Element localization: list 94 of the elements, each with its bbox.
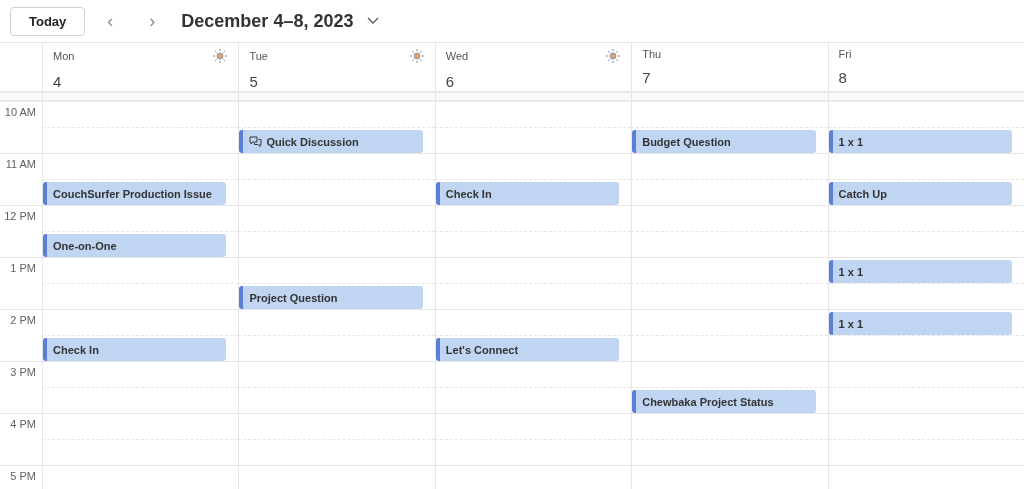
time-slot[interactable] <box>238 388 435 414</box>
time-slot[interactable] <box>827 206 1024 232</box>
day-number: 5 <box>249 73 259 90</box>
time-slot[interactable] <box>827 154 1024 180</box>
calendar-event[interactable]: Chewbaka Project Status <box>632 390 816 413</box>
time-label: 2 PM <box>10 314 36 326</box>
today-button[interactable]: Today <box>10 6 86 36</box>
day-name: Fri <box>838 48 852 60</box>
time-slot[interactable] <box>238 180 435 206</box>
calendar-event[interactable]: Quick Discussion <box>239 130 423 153</box>
calendar-event[interactable]: Catch Up <box>828 182 1012 205</box>
time-slot[interactable] <box>238 154 435 180</box>
day-number: 6 <box>445 73 456 90</box>
calendar-event[interactable]: 1 x 1 <box>828 130 1012 153</box>
chevron-down-icon[interactable] <box>367 17 380 25</box>
time-slot[interactable] <box>42 128 239 154</box>
time-slot[interactable] <box>434 232 632 258</box>
time-slot[interactable] <box>434 128 632 154</box>
next-button[interactable]: › <box>135 10 170 32</box>
previous-button[interactable]: ‹ <box>93 10 128 32</box>
time-label: 3 PM <box>10 366 36 378</box>
time-slot[interactable] <box>631 284 828 310</box>
time-slot[interactable] <box>434 284 632 310</box>
time-slot[interactable] <box>42 154 239 180</box>
time-slot[interactable] <box>42 206 239 232</box>
time-label: 5 PM <box>10 470 36 482</box>
calendar-event[interactable]: 1 x 1 <box>828 260 1012 283</box>
time-slot[interactable] <box>434 206 632 232</box>
day-number: 4 <box>53 73 63 90</box>
calendar-event[interactable]: Budget Question <box>632 130 816 153</box>
time-slot[interactable] <box>238 440 435 466</box>
time-slot[interactable] <box>42 414 239 440</box>
time-slot[interactable] <box>631 362 828 388</box>
time-slot[interactable] <box>827 362 1024 388</box>
time-label: 1 PM <box>10 262 36 274</box>
time-slot[interactable] <box>434 362 632 388</box>
time-slot[interactable] <box>434 102 632 128</box>
day-name: Tue <box>249 50 268 62</box>
time-slot[interactable] <box>827 102 1024 128</box>
time-slot[interactable] <box>238 102 435 128</box>
day-name: Mon <box>53 50 75 62</box>
time-label: 11 AM <box>5 158 36 170</box>
time-slot[interactable] <box>827 414 1024 440</box>
calendar-event[interactable]: One-on-One <box>43 234 227 257</box>
calendar-event[interactable]: Check In <box>435 182 620 205</box>
time-slot[interactable] <box>238 310 435 336</box>
time-slot[interactable] <box>42 258 239 284</box>
time-slot[interactable] <box>827 232 1024 258</box>
day-number: 7 <box>642 69 652 86</box>
time-slot[interactable] <box>631 336 828 362</box>
time-slot[interactable] <box>631 414 828 440</box>
time-slot[interactable] <box>238 414 435 440</box>
calendar-event[interactable]: Check In <box>43 338 227 361</box>
time-slot[interactable] <box>827 388 1024 414</box>
time-slot[interactable] <box>42 388 239 414</box>
day-name: Thu <box>642 48 662 60</box>
time-label: 12 PM <box>4 210 36 222</box>
calendar-event[interactable]: Project Question <box>239 286 423 309</box>
time-slot[interactable] <box>631 258 828 284</box>
time-slot[interactable] <box>42 310 239 336</box>
time-slot[interactable] <box>238 336 435 362</box>
time-slot[interactable] <box>238 362 435 388</box>
time-slot[interactable] <box>42 284 239 310</box>
time-label: 10 AM <box>4 106 36 118</box>
calendar-event[interactable]: 1 x 1 <box>828 312 1012 335</box>
time-slot[interactable] <box>42 362 239 388</box>
time-slot[interactable] <box>434 310 632 336</box>
time-slot[interactable] <box>434 440 632 466</box>
time-slot[interactable] <box>631 154 828 180</box>
day-number: 8 <box>838 69 848 86</box>
time-slot[interactable] <box>631 206 828 232</box>
time-slot[interactable] <box>434 258 632 284</box>
time-slot[interactable] <box>434 154 632 180</box>
time-slot[interactable] <box>238 206 435 232</box>
chat-icon <box>249 136 263 147</box>
calendar-event[interactable]: Let's Connect <box>435 338 620 361</box>
time-slot[interactable] <box>434 414 632 440</box>
date-range-title[interactable]: December 4–8, 2023 <box>181 10 354 32</box>
time-slot[interactable] <box>42 102 239 128</box>
time-slot[interactable] <box>827 440 1024 466</box>
time-slot[interactable] <box>827 336 1024 362</box>
time-label: 4 PM <box>10 418 36 430</box>
time-slot[interactable] <box>238 258 435 284</box>
time-slot[interactable] <box>42 440 239 466</box>
time-slot[interactable] <box>631 180 828 206</box>
time-slot[interactable] <box>631 102 828 128</box>
time-slot[interactable] <box>827 284 1024 310</box>
calendar-event[interactable]: CouchSurfer Production Issue <box>43 182 227 205</box>
time-slot[interactable] <box>631 310 828 336</box>
time-slot[interactable] <box>434 388 632 414</box>
time-slot[interactable] <box>631 232 828 258</box>
time-slot[interactable] <box>631 440 828 466</box>
day-name: Wed <box>445 50 469 62</box>
time-slot[interactable] <box>238 232 435 258</box>
